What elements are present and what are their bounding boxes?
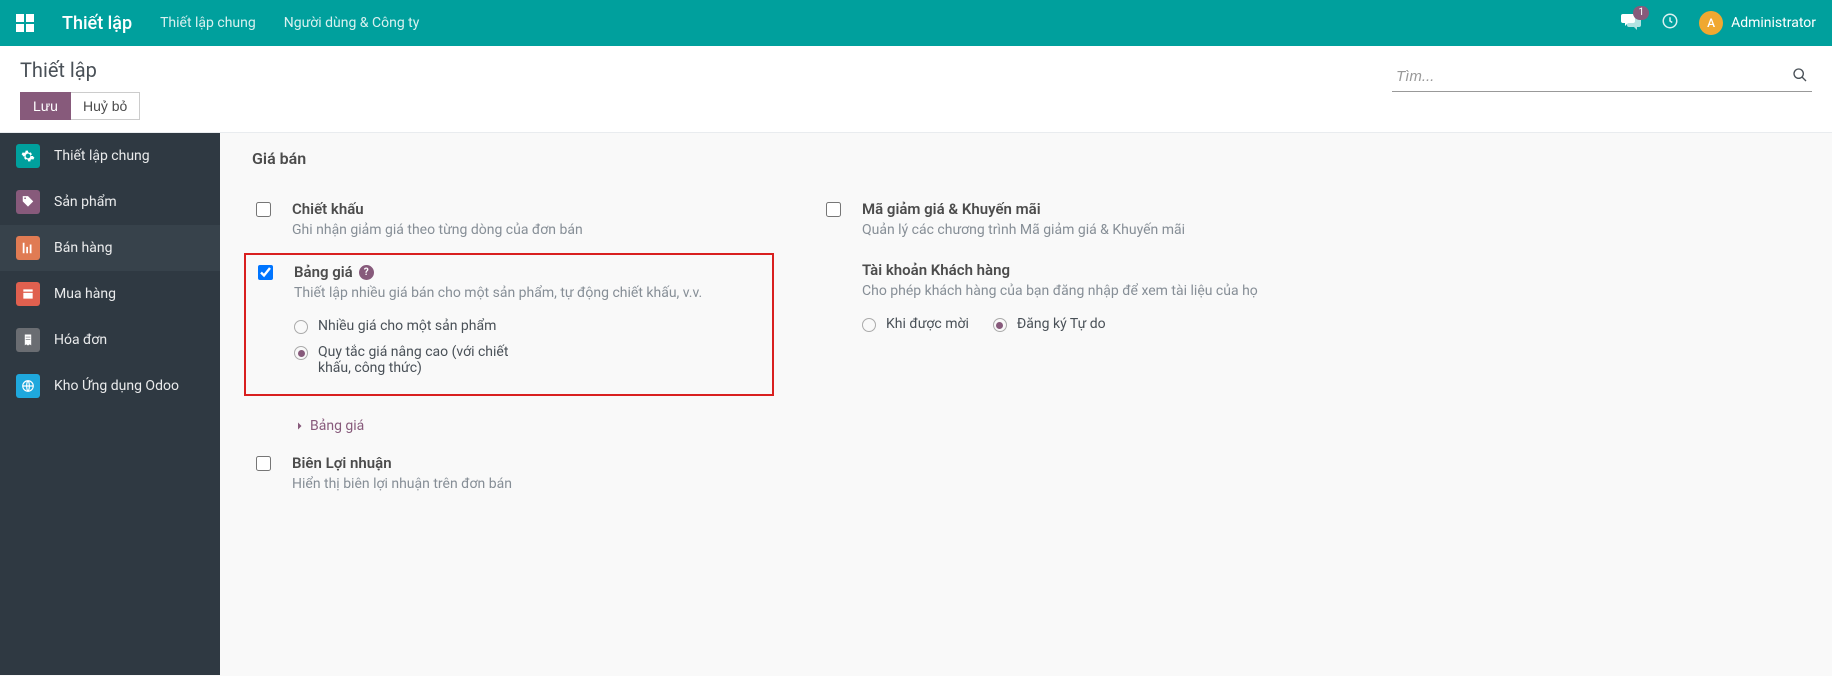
pricelist-desc: Thiết lập nhiều giá bán cho một sản phẩm… [294, 283, 760, 304]
account-radio-invited[interactable]: Khi được mời [862, 316, 969, 332]
save-button[interactable]: Lưu [20, 92, 71, 120]
option-margin: Biên Lợi nhuận Hiển thị biên lợi nhuận t… [244, 446, 774, 503]
settings-content: Giá bán Chiết khấu Ghi nhận giảm giá the… [220, 133, 1832, 675]
globe-icon [16, 374, 40, 398]
pricelist-title: Bảng giá [294, 263, 353, 281]
margin-title: Biên Lợi nhuận [292, 454, 762, 472]
margin-checkbox[interactable] [256, 456, 271, 471]
discard-button[interactable]: Huỷ bỏ [71, 92, 140, 120]
page-title: Thiết lập [20, 58, 140, 82]
radio-checked-icon [294, 346, 308, 360]
margin-desc: Hiển thị biên lợi nhuận trên đơn bán [292, 474, 762, 495]
pricelist-radio-multiple[interactable]: Nhiều giá cho một sản phẩm [294, 318, 760, 334]
avatar: A [1699, 11, 1723, 35]
purchase-icon [16, 282, 40, 306]
nav-users-companies[interactable]: Người dùng & Công ty [284, 15, 420, 31]
help-icon[interactable]: ? [359, 265, 374, 280]
pricelist-link[interactable]: Bảng giá [292, 418, 762, 434]
sidebar-label: Kho Ứng dụng Odoo [54, 378, 179, 394]
option-pricelist: Bảng giá ? Thiết lập nhiều giá bán cho m… [244, 253, 774, 396]
option-promo: Mã giảm giá & Khuyến mãi Quản lý các chư… [814, 192, 1344, 249]
discount-desc: Ghi nhận giảm giá theo từng dòng của đơn… [292, 220, 762, 241]
top-navbar: Thiết lập Thiết lập chung Người dùng & C… [0, 0, 1832, 46]
sidebar-label: Mua hàng [54, 286, 116, 302]
nav-general-settings[interactable]: Thiết lập chung [160, 15, 256, 31]
customer-account-desc: Cho phép khách hàng của bạn đăng nhập để… [862, 281, 1332, 302]
sidebar-label: Sản phẩm [54, 194, 117, 210]
pricelist-radio-advanced[interactable]: Quy tắc giá nâng cao (với chiết khấu, cô… [294, 344, 760, 376]
control-bar: Thiết lập Lưu Huỷ bỏ [0, 46, 1832, 133]
username: Administrator [1731, 15, 1816, 31]
invoice-icon [16, 328, 40, 352]
customer-account-title: Tài khoản Khách hàng [862, 261, 1332, 279]
sidebar-item-sales[interactable]: Bán hàng [0, 225, 220, 271]
promo-title: Mã giảm giá & Khuyến mãi [862, 200, 1332, 218]
promo-checkbox[interactable] [826, 202, 841, 217]
sidebar-label: Hóa đơn [54, 332, 107, 348]
search-input[interactable] [1392, 62, 1812, 92]
promo-desc: Quản lý các chương trình Mã giảm giá & K… [862, 220, 1332, 241]
sidebar-item-invoicing[interactable]: Hóa đơn [0, 317, 220, 363]
option-discount: Chiết khấu Ghi nhận giảm giá theo từng d… [244, 192, 774, 249]
sidebar-label: Bán hàng [54, 240, 112, 256]
radio-checked-icon [993, 318, 1007, 332]
sidebar-item-products[interactable]: Sản phẩm [0, 179, 220, 225]
sidebar-item-purchase[interactable]: Mua hàng [0, 271, 220, 317]
sidebar-item-app-store[interactable]: Kho Ứng dụng Odoo [0, 363, 220, 409]
radio-icon [862, 318, 876, 332]
discount-title: Chiết khấu [292, 200, 762, 218]
tag-icon [16, 190, 40, 214]
user-menu[interactable]: A Administrator [1699, 11, 1816, 35]
gear-icon [16, 144, 40, 168]
sidebar-label: Thiết lập chung [54, 148, 150, 164]
account-radio-free[interactable]: Đăng ký Tự do [993, 316, 1106, 332]
chat-badge: 1 [1633, 6, 1649, 20]
sidebar-item-general[interactable]: Thiết lập chung [0, 133, 220, 179]
section-title: Giá bán [252, 149, 1808, 168]
chat-icon[interactable]: 1 [1621, 12, 1641, 35]
sales-icon [16, 236, 40, 260]
pricelist-checkbox[interactable] [258, 265, 273, 280]
activity-icon[interactable] [1661, 12, 1679, 34]
option-customer-account: Tài khoản Khách hàng Cho phép khách hàng… [814, 253, 1344, 442]
discount-checkbox[interactable] [256, 202, 271, 217]
settings-sidebar: Thiết lập chung Sản phẩm Bán hàng Mua hà… [0, 133, 220, 675]
app-title: Thiết lập [62, 13, 132, 34]
radio-icon [294, 320, 308, 334]
search-icon[interactable] [1792, 67, 1808, 87]
apps-icon[interactable] [16, 14, 34, 32]
